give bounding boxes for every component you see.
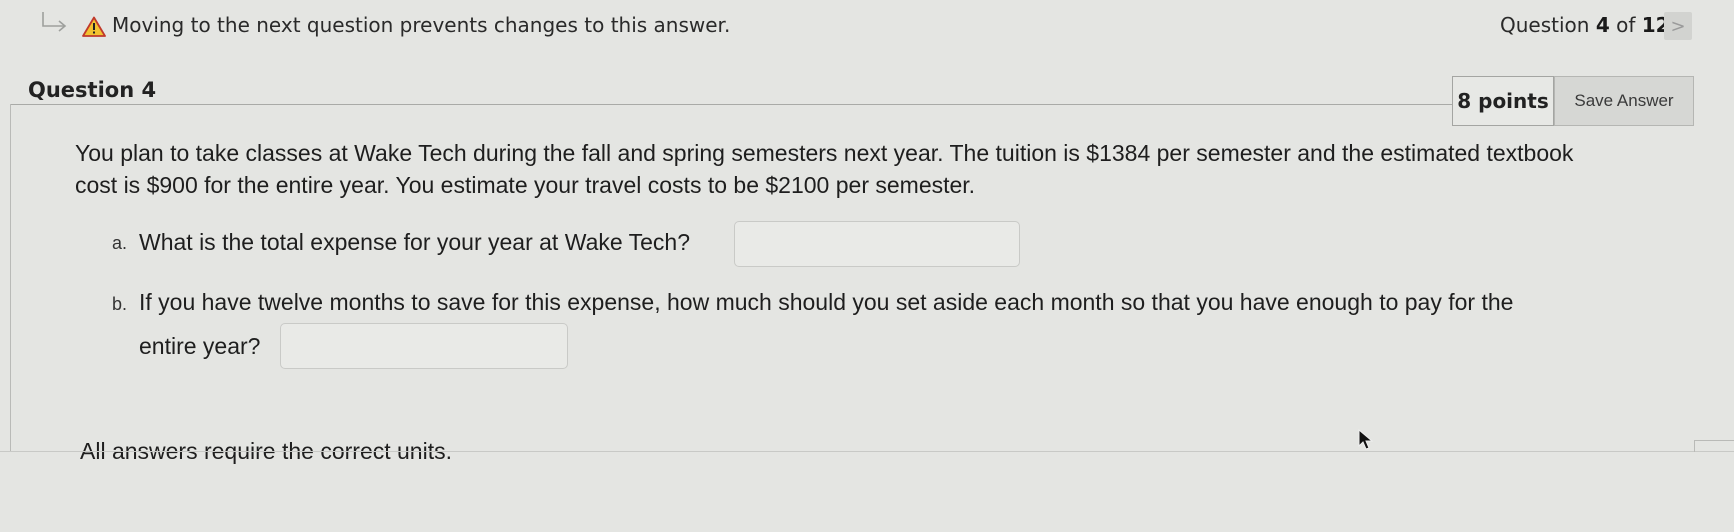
content-bottom-border <box>0 451 1734 452</box>
warning-message: Moving to the next question prevents cha… <box>112 13 731 37</box>
warning-icon <box>82 16 106 37</box>
question-nav-bar: Moving to the next question prevents cha… <box>0 0 1734 52</box>
question-header-divider <box>10 104 1454 105</box>
points-badge: 8 points <box>1452 76 1554 126</box>
part-a-question: What is the total expense for your year … <box>139 229 691 255</box>
part-a-letter: a. <box>112 233 128 253</box>
part-a-answer-input[interactable] <box>734 221 1020 267</box>
question-progress: Question 4 of 12 <box>1500 13 1670 37</box>
chevron-right-icon: > <box>1670 15 1686 37</box>
mouse-cursor-icon <box>1358 428 1374 450</box>
next-question-button[interactable]: > <box>1664 12 1692 40</box>
question-prompt: You plan to take classes at Wake Tech du… <box>75 140 1574 198</box>
question-title: Question 4 <box>28 78 157 102</box>
part-b-answer-input[interactable] <box>280 323 568 369</box>
return-arrow-icon <box>42 12 67 32</box>
question-frame-left <box>10 104 11 452</box>
part-b-question-line1: If you have twelve months to save for th… <box>139 289 1514 315</box>
part-b-letter: b. <box>112 294 128 314</box>
right-panel-edge <box>1694 440 1734 452</box>
save-answer-button[interactable]: Save Answer <box>1554 76 1694 126</box>
part-b-question-line2: entire year? <box>139 333 261 359</box>
current-question-number: 4 <box>1595 13 1610 37</box>
